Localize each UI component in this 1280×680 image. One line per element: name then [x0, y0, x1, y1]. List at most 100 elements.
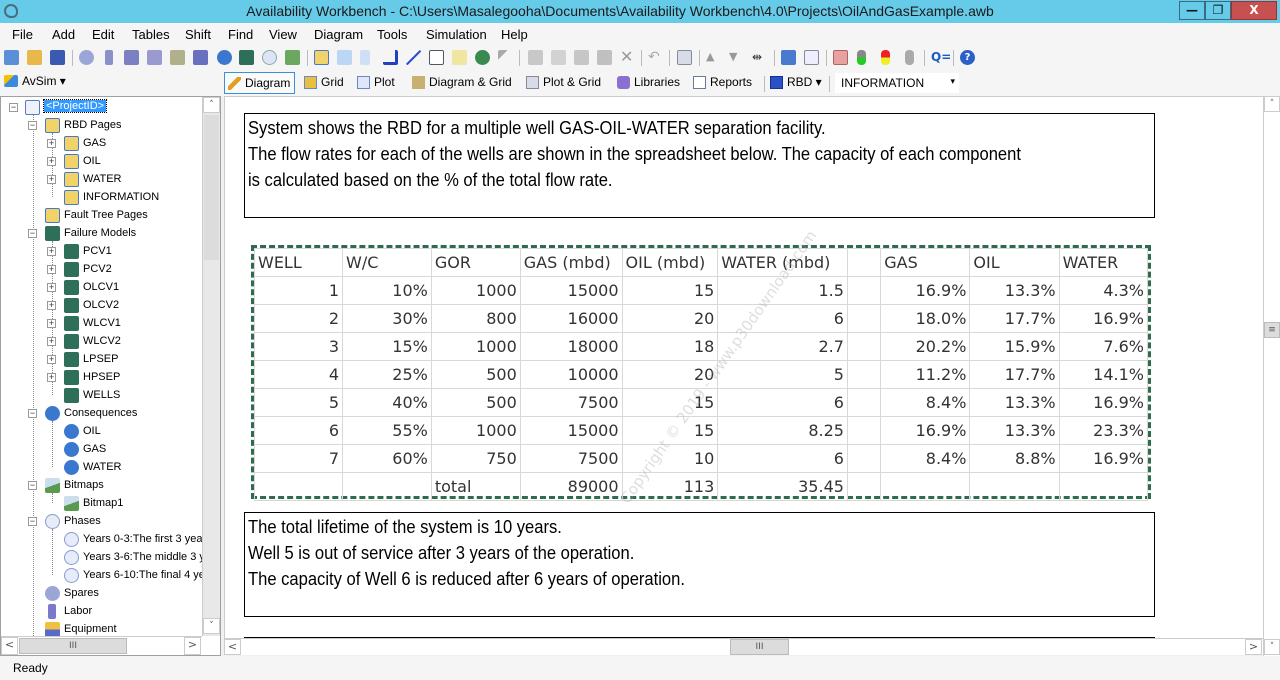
pointer-icon[interactable]	[498, 50, 508, 65]
tree-item-phase[interactable]: Years 6-10:The final 4 years	[47, 567, 203, 585]
tree-item-rbd-gas[interactable]: + GAS	[47, 135, 207, 153]
menu-diagram[interactable]: Diagram	[314, 27, 363, 42]
menu-view[interactable]: View	[269, 27, 297, 42]
collapse-icon[interactable]: −	[28, 517, 37, 526]
view-grid-button[interactable]: Grid	[301, 72, 348, 94]
collapse-icon[interactable]: −	[28, 121, 37, 130]
copy-icon[interactable]	[551, 50, 566, 65]
tree-item-consequence[interactable]: WATER	[47, 459, 207, 477]
line-icon[interactable]	[406, 50, 421, 65]
text-icon[interactable]	[429, 50, 444, 65]
move-down-icon[interactable]: ▼	[729, 50, 744, 65]
tree-item-failure-model[interactable]: + LPSEP	[47, 351, 207, 369]
expand-icon[interactable]: +	[47, 355, 56, 364]
scroll-down-button[interactable]: ˅	[1264, 639, 1280, 655]
tool-icon[interactable]	[124, 50, 139, 65]
open-icon[interactable]	[27, 50, 42, 65]
menu-tables[interactable]: Tables	[132, 27, 170, 42]
paste-icon[interactable]	[574, 50, 589, 65]
new-project-icon[interactable]	[4, 50, 19, 65]
tree-item-fault-tree-pages[interactable]: Fault Tree Pages	[28, 207, 208, 225]
connector-icon[interactable]	[383, 50, 398, 65]
menu-file[interactable]: File	[12, 27, 33, 42]
tree-item-failure-model[interactable]: + HPSEP	[47, 369, 207, 387]
tree-item-phases[interactable]: − Phases	[28, 513, 208, 531]
intro-textbox[interactable]: System shows the RBD for a multiple well…	[244, 113, 1155, 218]
labor-icon[interactable]	[105, 50, 113, 65]
scroll-thumb[interactable]: III	[19, 638, 127, 654]
expand-icon[interactable]: +	[47, 337, 56, 346]
collapse-icon[interactable]: −	[28, 409, 37, 418]
view-libraries-button[interactable]: Libraries	[614, 72, 684, 94]
note-icon[interactable]	[452, 50, 467, 65]
failure-model-icon[interactable]	[79, 50, 94, 65]
scroll-right-button[interactable]: >	[184, 637, 201, 655]
view-reports-button[interactable]: Reports	[690, 72, 756, 94]
expand-icon[interactable]: +	[47, 175, 56, 184]
tree-item-labor[interactable]: Labor	[28, 603, 208, 621]
close-button[interactable]: X	[1231, 1, 1277, 20]
phase-clock-icon[interactable]	[262, 50, 277, 65]
menu-shift[interactable]: Shift	[185, 27, 211, 42]
globe-link-icon[interactable]	[475, 50, 490, 65]
expand-icon[interactable]: +	[47, 283, 56, 292]
expand-icon[interactable]: +	[47, 319, 56, 328]
scroll-thumb[interactable]	[204, 115, 219, 260]
minimize-button[interactable]: —	[1179, 1, 1205, 20]
view-plot-grid-button[interactable]: Plot & Grid	[523, 72, 605, 94]
tree-item-failure-model[interactable]: + PCV2	[47, 261, 207, 279]
tree-item-failure-model[interactable]: + WLCV1	[47, 315, 207, 333]
tree-item-rbd-oil[interactable]: + OIL	[47, 153, 207, 171]
tree-vertical-scrollbar[interactable]: ˄ ˅	[202, 97, 220, 636]
restore-button[interactable]: ❐	[1205, 1, 1231, 20]
canvas-vertical-scrollbar[interactable]: ˄ ≡ ˅	[1263, 96, 1280, 656]
scroll-thumb[interactable]: ≡	[1264, 322, 1280, 338]
tree-item-failure-model[interactable]: + OLCV1	[47, 279, 207, 297]
expand-icon[interactable]: +	[47, 265, 56, 274]
notes-textbox[interactable]: The total lifetime of the system is 10 y…	[244, 512, 1155, 617]
tree-item-consequence[interactable]: OIL	[47, 423, 207, 441]
view-plot-button[interactable]: Plot	[354, 72, 399, 94]
menu-simulation[interactable]: Simulation	[426, 27, 487, 42]
undo-icon[interactable]: ↶	[648, 50, 663, 65]
scroll-right-button[interactable]: >	[1245, 639, 1262, 655]
tree-item-rbd-information[interactable]: INFORMATION	[47, 189, 207, 207]
cut-icon[interactable]	[528, 50, 543, 65]
expand-icon[interactable]: +	[47, 139, 56, 148]
tree-item-failure-model[interactable]: + OLCV2	[47, 297, 207, 315]
tree-item-consequences[interactable]: − Consequences	[28, 405, 208, 423]
menu-edit[interactable]: Edit	[92, 27, 114, 42]
checklist-icon[interactable]	[833, 50, 848, 65]
small-node-icon[interactable]	[360, 50, 370, 65]
save-icon[interactable]	[50, 50, 65, 65]
tree-item-consequence[interactable]: GAS	[47, 441, 207, 459]
properties-icon[interactable]	[677, 50, 692, 65]
scroll-thumb[interactable]: III	[730, 639, 789, 655]
tree-item-failure-model[interactable]: + PCV1	[47, 243, 207, 261]
menu-add[interactable]: Add	[52, 27, 75, 42]
tree-item-project[interactable]: − <ProjectID>	[9, 99, 209, 117]
crew-icon[interactable]	[147, 50, 162, 65]
align-icon[interactable]: ⇹	[752, 50, 767, 65]
tree-item-bitmaps[interactable]: − Bitmaps	[28, 477, 208, 495]
tree-item-phase[interactable]: Years 3-6:The middle 3 years	[47, 549, 203, 567]
expand-icon[interactable]: +	[47, 247, 56, 256]
scroll-down-button[interactable]: ˅	[203, 618, 220, 634]
scroll-left-button[interactable]: <	[224, 639, 241, 655]
rbd-dropdown[interactable]: RBD ▾	[767, 72, 826, 94]
bitmap-icon[interactable]	[285, 50, 300, 65]
flow-rate-spreadsheet[interactable]: WELL W/C GOR GAS (mbd) OIL (mbd) WATER (mbd) G…	[251, 227, 1151, 507]
delete-icon[interactable]: ✕	[620, 49, 635, 65]
menu-tools[interactable]: Tools	[377, 27, 407, 42]
collapse-icon[interactable]: −	[28, 229, 37, 238]
tree-item-failure-model[interactable]: + WLCV2	[47, 333, 207, 351]
rbd-block-icon[interactable]	[314, 50, 329, 65]
collapse-icon[interactable]: −	[28, 481, 37, 490]
expand-icon[interactable]: +	[47, 157, 56, 166]
menu-find[interactable]: Find	[228, 27, 253, 42]
view-diagram-button[interactable]: Diagram	[224, 72, 296, 94]
tree-item-rbd-pages[interactable]: − RBD Pages	[28, 117, 208, 135]
avsim-dropdown[interactable]: AvSim ▾	[4, 74, 66, 88]
tree-item-bitmap[interactable]: Bitmap1	[47, 495, 207, 513]
view-diagram-grid-button[interactable]: Diagram & Grid	[409, 72, 516, 94]
